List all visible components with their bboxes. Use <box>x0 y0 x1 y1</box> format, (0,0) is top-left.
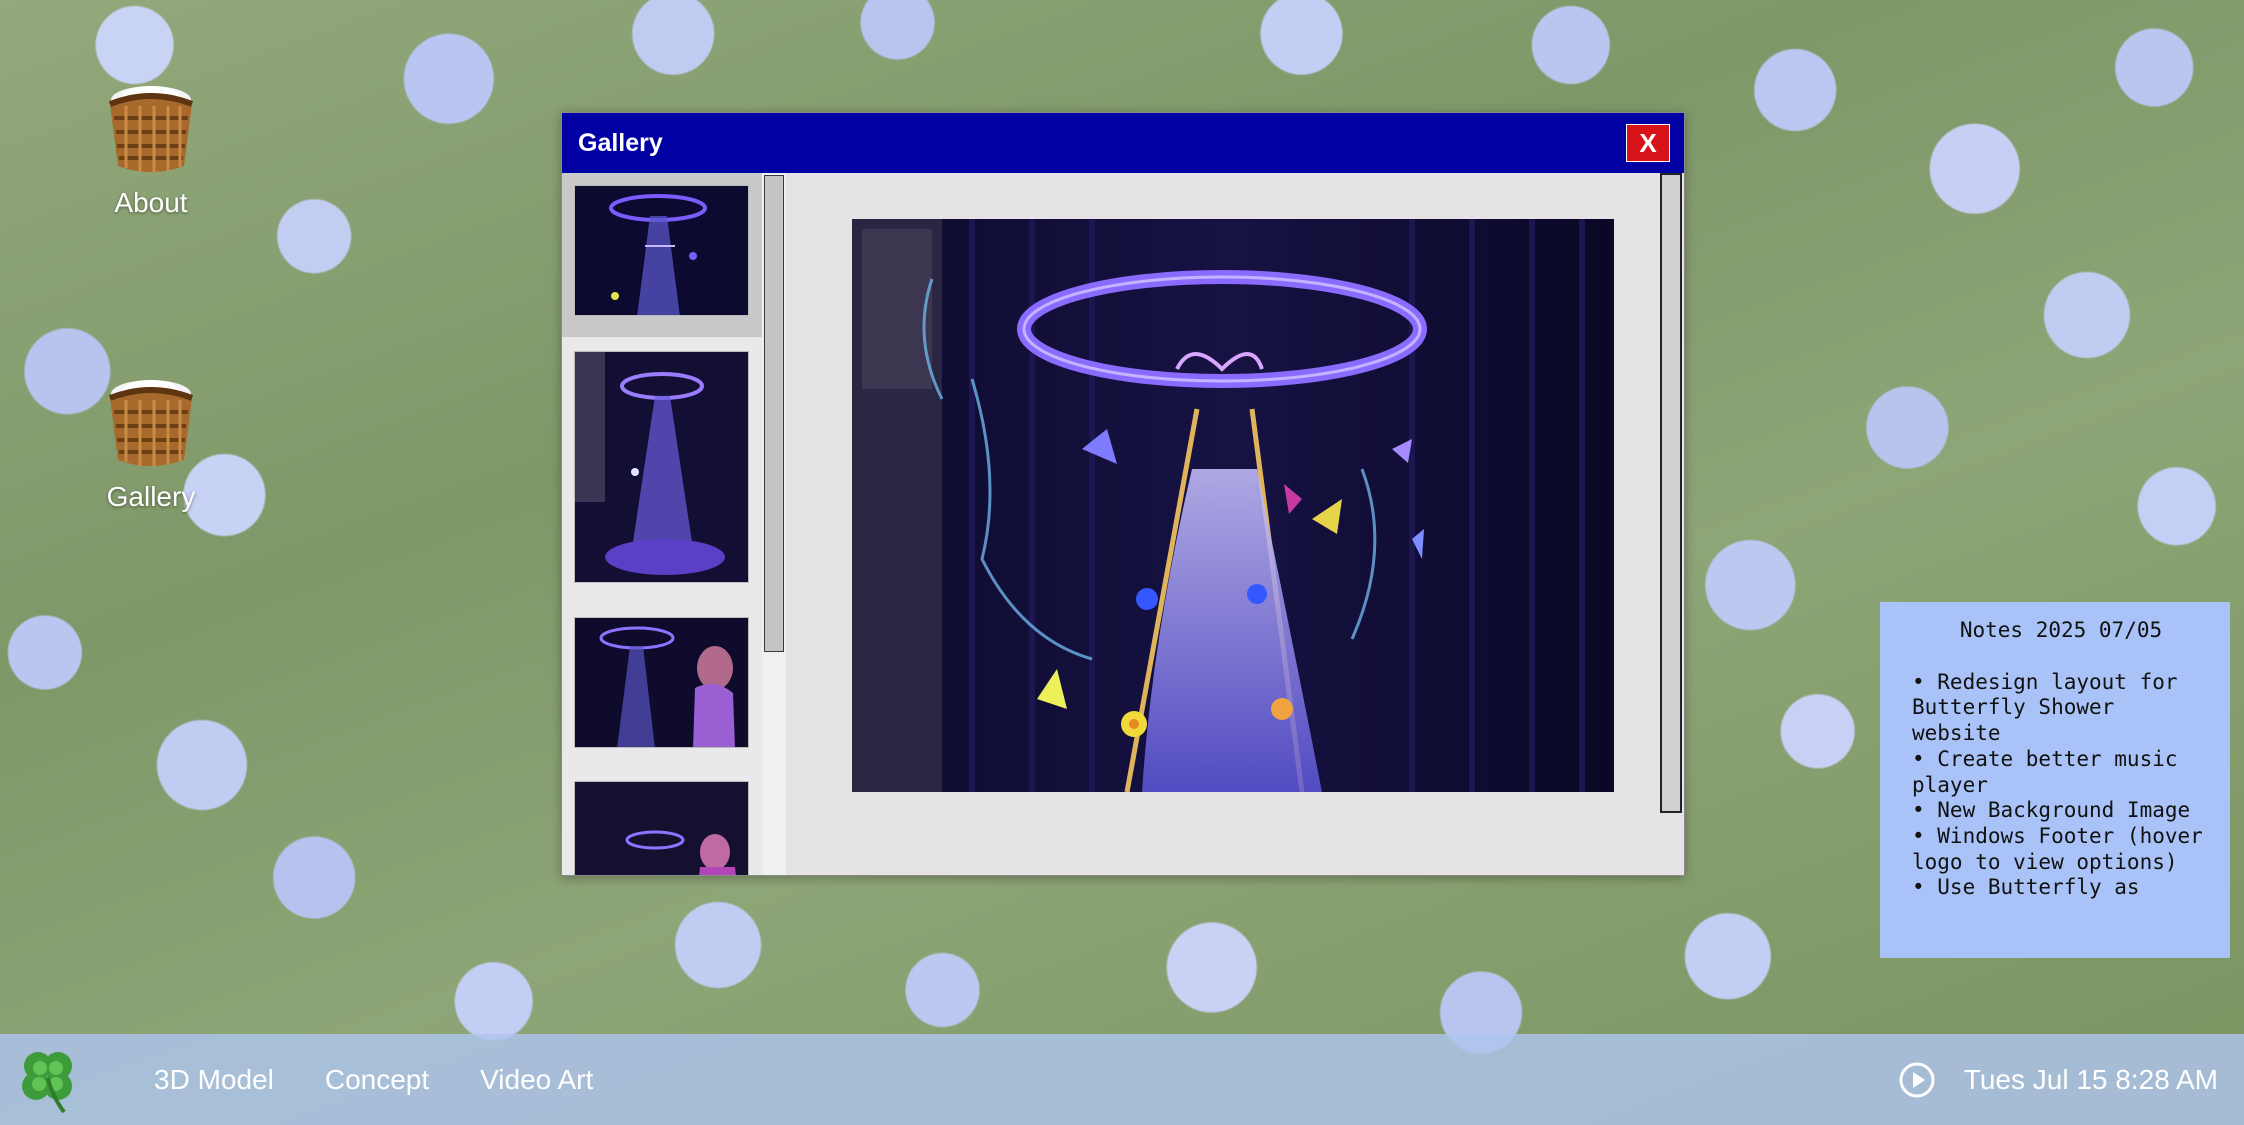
desktop-icon-about[interactable]: About <box>76 70 226 219</box>
notes-item: • Use Butterfly as <box>1912 875 2140 900</box>
play-icon[interactable] <box>1898 1061 1936 1099</box>
basket-icon <box>108 86 194 173</box>
clock: Tues Jul 15 8:28 AM <box>1963 1063 2218 1095</box>
thumbnail-2[interactable] <box>574 351 749 583</box>
system-tray: Tues Jul 15 8:28 AM <box>1898 1061 2218 1099</box>
thumbnail-image <box>575 782 748 875</box>
desktop-icon-label: Gallery <box>106 481 196 512</box>
nav-video-art[interactable]: Video Art <box>480 1064 593 1096</box>
scrollbar-thumb[interactable] <box>764 175 784 652</box>
main-photo <box>852 219 1614 792</box>
notes-heading: Notes 2025 07/05 <box>1959 618 2163 642</box>
thumbnail-image <box>575 186 748 315</box>
notes-item: • Redesign layout for Butterfly Shower w… <box>1912 669 2178 746</box>
notes-item: • Windows Footer (hover logo to view opt… <box>1912 823 2203 874</box>
nav-concept[interactable]: Concept <box>325 1064 429 1096</box>
thumbnail-3[interactable] <box>574 617 749 748</box>
window-title: Gallery <box>578 128 663 157</box>
close-button[interactable]: X <box>1626 124 1670 162</box>
notes-item: • New Background Image <box>1912 798 2191 823</box>
scrollbar-thumb[interactable] <box>1660 173 1682 813</box>
thumbnail-scrollbar[interactable] <box>762 173 786 875</box>
desktop-icon-gallery[interactable]: Gallery <box>76 364 226 513</box>
notes-widget: Notes 2025 07/05 • Redesign layout for B… <box>1880 602 2230 958</box>
taskbar: 3D Model Concept Video Art Tues Jul 15 8… <box>0 1034 2244 1125</box>
clover-logo-icon[interactable] <box>12 1044 84 1116</box>
nav-3d-model[interactable]: 3D Model <box>154 1064 274 1096</box>
window-titlebar[interactable]: Gallery X <box>562 113 1684 173</box>
desktop-icon-label: About <box>114 187 188 218</box>
thumbnail-4[interactable] <box>574 781 749 875</box>
gallery-window: Gallery X <box>561 112 1685 876</box>
thumbnail-image <box>575 618 748 747</box>
taskbar-nav: 3D Model Concept Video Art <box>154 1064 593 1096</box>
thumbnail-1[interactable] <box>574 185 749 316</box>
notes-item: • Create better music player <box>1912 746 2178 797</box>
thumbnail-list[interactable] <box>562 173 762 875</box>
basket-icon <box>108 380 194 467</box>
main-scrollbar[interactable] <box>1650 173 1684 875</box>
thumbnail-image <box>575 352 748 582</box>
